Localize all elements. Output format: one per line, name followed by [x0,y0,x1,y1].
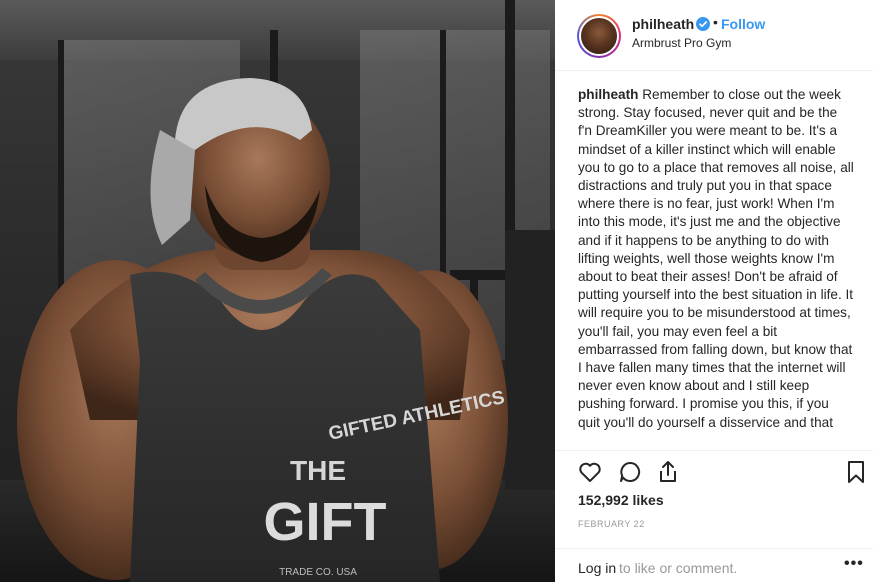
share-icon [660,461,676,482]
more-options-icon[interactable]: ••• [844,555,864,573]
likes-count[interactable]: 152,992 likes [578,492,664,508]
separator-dot: • [713,14,718,30]
verified-badge-icon [696,17,710,31]
shirt-text-bottom: TRADE CO. USA [279,567,357,578]
username-link[interactable]: philheath [632,16,694,32]
save-button[interactable] [843,459,871,487]
action-bar [555,450,873,494]
comment-button[interactable] [617,459,645,487]
post-date[interactable]: FEBRUARY 22 [578,519,645,529]
comment-bar: Log in to like or comment. ••• [555,548,873,582]
login-prompt-text: to like or comment. [619,560,738,576]
heart-icon [579,462,601,482]
bookmark-icon [848,461,864,483]
follow-button[interactable]: Follow [721,16,765,32]
post-photo[interactable]: GIFTED ATHLETICS THE GIFT TRADE CO. USA [0,0,555,582]
post-header: philheath • Follow Armbrust Pro Gym [555,0,873,71]
caption-author-link[interactable]: philheath [578,87,638,102]
comment-icon [620,461,641,482]
shirt-text-gift: GIFT [264,492,387,552]
caption-text: Remember to close out the week strong. S… [578,87,854,430]
shirt-text-the: THE [290,455,346,486]
athlete-figure: GIFTED ATHLETICS THE GIFT TRADE CO. USA [17,78,555,582]
like-button[interactable] [577,459,605,487]
avatar[interactable] [577,14,621,58]
post-side-panel: philheath • Follow Armbrust Pro Gym phil… [555,0,873,582]
post-caption: philheath Remember to close out the week… [578,86,854,446]
location-link[interactable]: Armbrust Pro Gym [632,36,731,50]
share-button[interactable] [655,459,683,487]
login-link[interactable]: Log in [578,560,616,576]
